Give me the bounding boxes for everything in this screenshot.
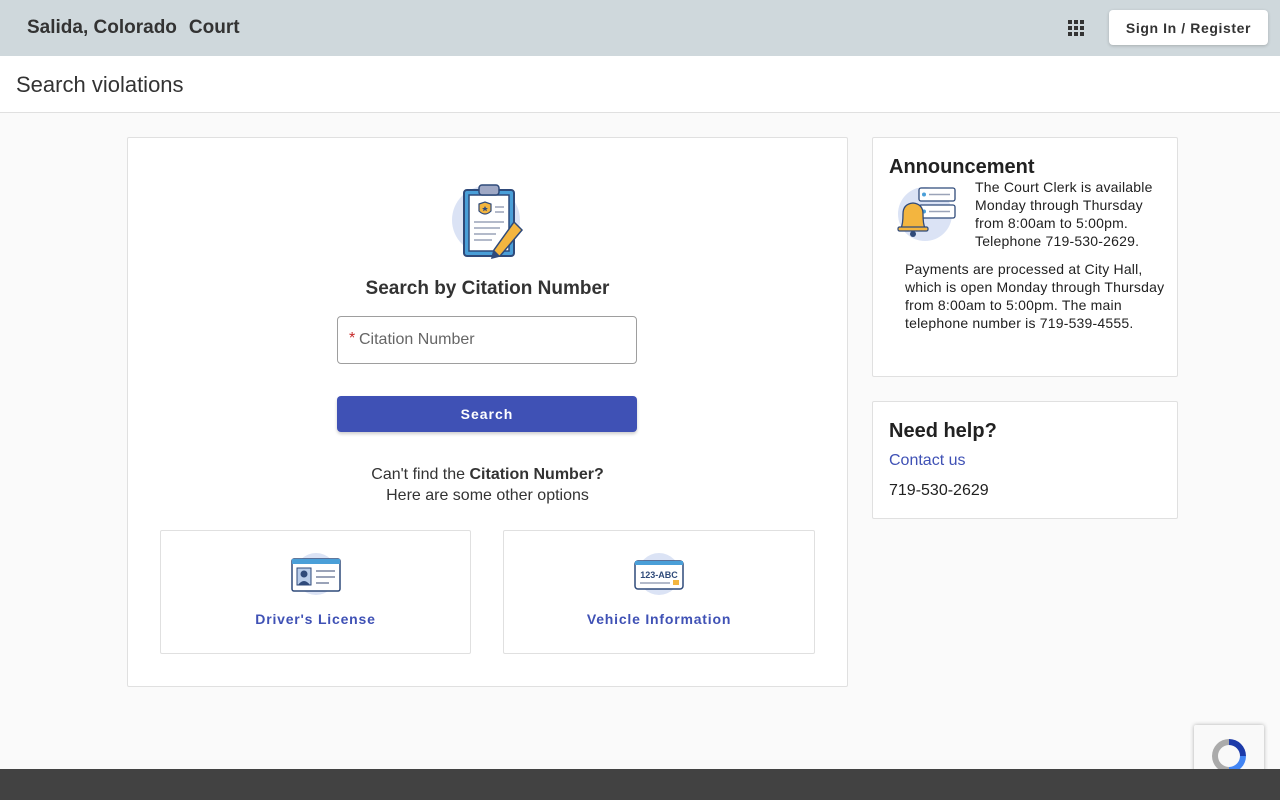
other-options-text: Here are some other options	[386, 487, 589, 504]
citation-number-input[interactable]	[359, 317, 629, 363]
search-button[interactable]: Search	[337, 396, 637, 432]
drivers-license-label: Driver's License	[255, 611, 376, 627]
need-help-title: Need help?	[889, 420, 997, 442]
page-title: Search violations	[16, 72, 184, 97]
announcement-text-clerk: The Court Clerk is available Monday thro…	[975, 179, 1153, 249]
brand-city: Salida, Colorado	[27, 17, 177, 38]
plate-text: 123-ABC	[640, 570, 678, 580]
cant-find-prefix: Can't find the	[371, 466, 466, 483]
search-heading: Search by Citation Number	[365, 278, 610, 299]
announcement-title: Announcement	[889, 156, 1035, 178]
bell-notification-icon	[897, 187, 956, 241]
citation-search-card: Search by Citation Number * Search Can't…	[127, 137, 848, 687]
required-marker: *	[349, 330, 356, 347]
license-plate-icon: 123-ABC	[634, 553, 684, 595]
drivers-license-option[interactable]: Driver's License	[160, 530, 471, 654]
cant-find-bold: Citation Number?	[469, 466, 604, 483]
brand-court: Court	[188, 17, 240, 38]
announcement-card: Announcement The Court Clerk is availabl…	[872, 137, 1178, 377]
announcement-text-payments: Payments are processed at City Hall, whi…	[905, 261, 1165, 331]
grid-apps-icon[interactable]	[1066, 18, 1086, 38]
page-footer	[0, 769, 1280, 800]
top-app-bar: Salida, Colorado Court Sign In / Register	[0, 0, 1280, 56]
contact-us-link[interactable]: Contact us	[889, 452, 965, 470]
citation-number-field[interactable]: *	[337, 316, 637, 364]
id-card-icon	[290, 553, 341, 595]
sign-in-register-button[interactable]: Sign In / Register	[1109, 10, 1268, 45]
page-header: Search violations	[0, 56, 1280, 113]
need-help-card: Need help? Contact us 719-530-2629	[872, 401, 1178, 519]
cant-find-text: Can't find the Citation Number? Here are…	[128, 464, 847, 506]
clipboard-badge-icon	[452, 184, 524, 260]
vehicle-information-option[interactable]: 123-ABC Vehicle Information	[503, 530, 815, 654]
brand-title[interactable]: Salida, Colorado Court	[27, 17, 240, 39]
help-phone-number: 719-530-2629	[889, 482, 989, 499]
vehicle-information-label: Vehicle Information	[586, 611, 732, 627]
